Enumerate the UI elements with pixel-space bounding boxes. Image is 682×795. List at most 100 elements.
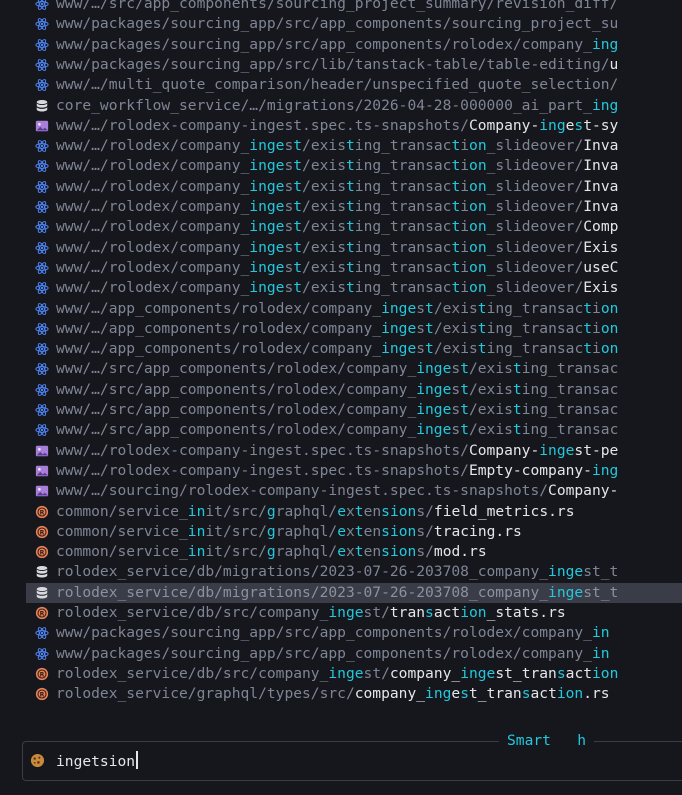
match-highlight: g bbox=[266, 543, 276, 561]
list-item[interactable]: www/packages/sourcing_app/src/app_compon… bbox=[26, 644, 682, 664]
list-item[interactable]: www/packages/sourcing_app/src/app_compon… bbox=[26, 14, 682, 34]
match-highlight: inge bbox=[460, 664, 496, 682]
match-highlight: inge bbox=[381, 340, 417, 358]
list-item-selected[interactable]: rolodex_service/db/migrations/2023-07-26… bbox=[26, 582, 682, 603]
match-highlight: inge bbox=[539, 441, 575, 459]
dir-path: i bbox=[460, 157, 470, 175]
dir-path: www/…/rolodex-company-ingest.spec.ts-sna… bbox=[56, 441, 469, 459]
dir-path: www/…/src/app_components/rolodex/company… bbox=[56, 421, 417, 439]
dir-path: _slideover/ bbox=[486, 218, 584, 236]
list-item[interactable]: www/…/sourcing/rolodex-company-ingest.sp… bbox=[26, 481, 682, 501]
file-path: www/…/rolodex/company_ingest/existing_tr… bbox=[56, 217, 618, 237]
list-item[interactable]: Rcommon/service_init/src/graphql/extensi… bbox=[26, 522, 682, 542]
rust-file-icon: R bbox=[35, 606, 49, 620]
react-file-icon bbox=[35, 383, 49, 397]
list-item[interactable]: www/…/app_components/rolodex/company_ing… bbox=[26, 339, 682, 359]
list-item[interactable]: www/…/src/app_components/rolodex/company… bbox=[26, 380, 682, 400]
list-item[interactable]: www/…/src/app_components/rolodex/company… bbox=[26, 420, 682, 440]
file-path: www/packages/sourcing_app/src/lib/tansta… bbox=[56, 55, 618, 75]
list-item[interactable]: www/…/rolodex/company_ingest/existing_tr… bbox=[26, 156, 682, 176]
list-item[interactable]: Rcommon/service_init/src/graphql/extensi… bbox=[26, 542, 682, 562]
match-highlight: t bbox=[293, 279, 303, 297]
match-highlight: inge bbox=[249, 157, 285, 175]
list-item[interactable]: www/packages/sourcing_app/src/app_compon… bbox=[26, 35, 682, 55]
match-highlight: e bbox=[337, 543, 346, 561]
match-highlight: t bbox=[293, 137, 303, 155]
svg-text:R: R bbox=[40, 610, 45, 617]
dir-path: /exis bbox=[468, 380, 513, 398]
dir-path: /exis bbox=[468, 360, 513, 378]
list-item[interactable]: Rrolodex_service/graphql/types/src/compa… bbox=[26, 684, 682, 704]
list-item[interactable]: www/…/rolodex-company-ingest.spec.ts-sna… bbox=[26, 441, 682, 461]
dir-path: raphql/ bbox=[275, 522, 338, 540]
dir-path: www/…/rolodex/company_ bbox=[56, 279, 250, 297]
list-item[interactable]: www/packages/sourcing_app/src/lib/tansta… bbox=[26, 55, 682, 75]
dir-path: rolodex_service/db/src/company_ bbox=[56, 664, 329, 682]
list-item[interactable]: www/…/src/app_components/sourcing_projec… bbox=[26, 0, 682, 14]
file-name: t_tran bbox=[468, 685, 522, 703]
match-highlight: sion bbox=[381, 543, 417, 561]
file-path: common/service_init/src/graphql/extensio… bbox=[56, 502, 575, 522]
dir-path: /exis bbox=[468, 421, 513, 439]
file-name: u bbox=[609, 55, 619, 73]
dir-path: www/…/rolodex/company_ bbox=[56, 198, 250, 215]
dir-path: ing_transac bbox=[354, 137, 452, 155]
file-path: www/…/app_components/rolodex/company_ing… bbox=[56, 319, 618, 339]
match-highlight: inge bbox=[249, 258, 285, 276]
list-item[interactable]: www/…/rolodex/company_ingest/existing_tr… bbox=[26, 217, 682, 237]
match-highlight: t bbox=[345, 258, 355, 276]
list-item[interactable]: www/…/rolodex/company_ingest/existing_tr… bbox=[26, 238, 682, 258]
list-item[interactable]: www/…/rolodex-company-ingest.spec.ts-sna… bbox=[26, 116, 682, 136]
list-item[interactable]: www/…/src/app_components/rolodex/company… bbox=[26, 359, 682, 379]
match-highlight: sion bbox=[381, 502, 417, 520]
list-item[interactable]: core_workflow_service/…/migrations/2026-… bbox=[26, 96, 682, 116]
dir-path: _slideover/ bbox=[486, 279, 584, 297]
match-highlight: t bbox=[583, 319, 593, 337]
list-item[interactable]: www/…/app_components/rolodex/company_ing… bbox=[26, 319, 682, 339]
match-highlight: on bbox=[469, 279, 487, 297]
match-highlight: t bbox=[425, 299, 434, 317]
results-list[interactable]: www/…/src/app_components/sourcing_projec… bbox=[0, 0, 682, 712]
file-name: Exis bbox=[583, 279, 619, 297]
list-item[interactable]: www/…/src/app_components/rolodex/company… bbox=[26, 400, 682, 420]
file-name: Inva bbox=[583, 177, 619, 195]
list-item[interactable]: www/…/rolodex/company_ingest/existing_tr… bbox=[26, 278, 682, 298]
file-name: Empty-company- bbox=[468, 461, 592, 479]
dir-path: s/ bbox=[416, 543, 434, 561]
file-path: www/…/rolodex-company-ingest.spec.ts-sna… bbox=[56, 461, 618, 481]
match-highlight: in bbox=[187, 522, 206, 540]
image-file-icon bbox=[35, 484, 49, 498]
dir-path: www/…/rolodex/company_ bbox=[56, 238, 250, 256]
dir-path: s bbox=[284, 279, 294, 297]
search-input[interactable]: ingetsion bbox=[56, 751, 138, 772]
dir-path: core_workflow_service/…/migrations/2026-… bbox=[56, 96, 592, 114]
file-path: www/…/rolodex/company_ingest/existing_tr… bbox=[56, 156, 618, 176]
list-item[interactable]: www/…/app_components/rolodex/company_ing… bbox=[26, 299, 682, 319]
list-item[interactable]: www/…/rolodex/company_ingest/existing_tr… bbox=[26, 258, 682, 278]
list-item[interactable]: www/…/rolodex-company-ingest.spec.ts-sna… bbox=[26, 461, 682, 481]
list-item[interactable]: www/…/multi_quote_comparison/header/unsp… bbox=[26, 75, 682, 95]
dir-path: www/…/rolodex/company_ bbox=[56, 258, 250, 276]
dir-path: ing_transac bbox=[354, 177, 452, 195]
match-highlight: g bbox=[266, 502, 276, 520]
match-highlight: t bbox=[477, 319, 487, 337]
list-item[interactable]: www/…/rolodex/company_ingest/existing_tr… bbox=[26, 197, 682, 217]
list-item[interactable]: Rcommon/service_init/src/graphql/extensi… bbox=[26, 502, 682, 522]
match-mode-label: Smart bbox=[507, 732, 551, 749]
list-item[interactable]: rolodex_service/db/migrations/2023-07-26… bbox=[26, 562, 682, 582]
file-name: Comp bbox=[583, 218, 619, 236]
match-highlight: t bbox=[512, 401, 522, 418]
list-item[interactable]: Rrolodex_service/db/src/company_ingest/c… bbox=[26, 664, 682, 684]
list-item[interactable]: www/packages/sourcing_app/src/app_compon… bbox=[26, 623, 682, 643]
dir-path: s bbox=[284, 218, 294, 236]
dir-path: www/packages/sourcing_app/src/app_compon… bbox=[56, 15, 619, 33]
list-item[interactable]: www/…/rolodex/company_ingest/existing_tr… bbox=[26, 136, 682, 156]
list-item[interactable]: www/…/rolodex/company_ingest/existing_tr… bbox=[26, 177, 682, 197]
dir-path: /exis bbox=[302, 198, 346, 215]
dir-path: en bbox=[363, 522, 382, 540]
list-item[interactable]: Rrolodex_service/db/src/company_ingest/t… bbox=[26, 603, 682, 623]
file-path: www/…/app_components/rolodex/company_ing… bbox=[56, 339, 618, 359]
react-file-icon bbox=[35, 423, 49, 437]
match-highlight: ion bbox=[556, 685, 584, 703]
dir-path: /exis bbox=[302, 177, 346, 195]
